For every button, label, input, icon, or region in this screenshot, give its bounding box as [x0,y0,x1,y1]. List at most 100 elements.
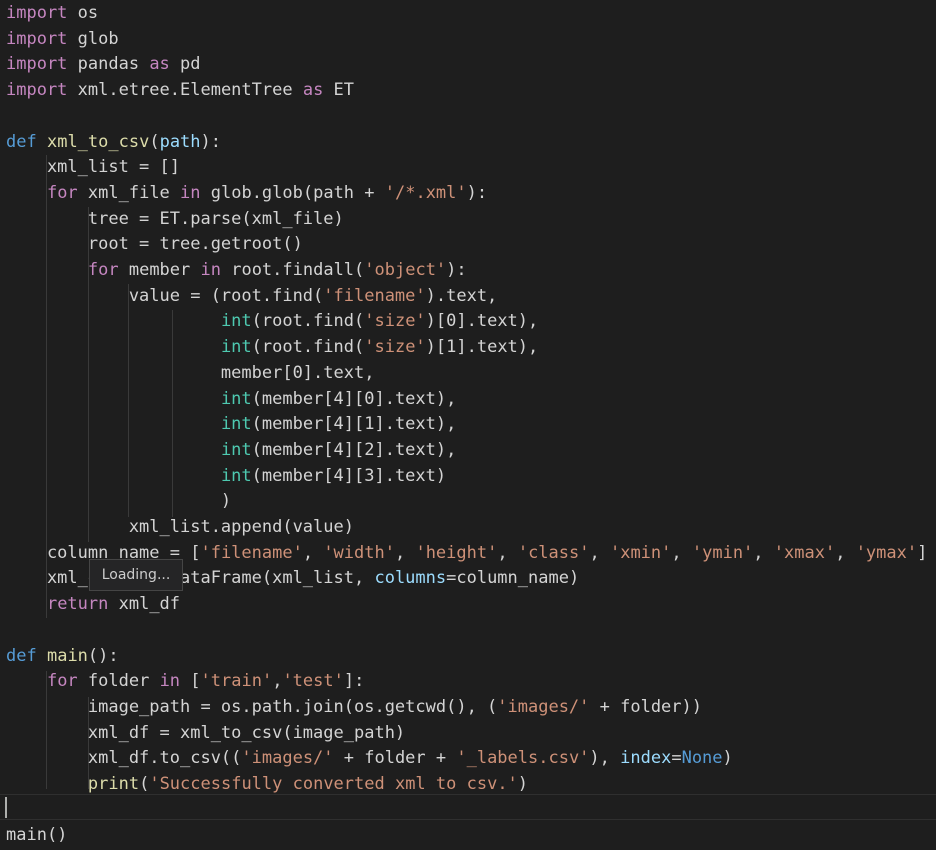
code-token: in [180,182,201,203]
code-line[interactable]: value = (root.find('filename').text, [6,283,497,309]
code-token: 'class' [517,542,590,563]
code-line[interactable]: xml_df.to_csv(('images/' + folder + '_la… [6,745,733,771]
code-token: [ [180,671,201,692]
code-token: + folder + [333,748,457,769]
code-token: 'xmin' [609,542,672,563]
code-token: xml_df = xml_to_csv(image_path) [6,722,406,743]
code-line[interactable]: image_path = os.path.join(os.getcwd(), (… [6,694,702,720]
code-token: def [6,131,37,152]
code-line[interactable]: int(root.find('size')[1].text), [6,334,538,360]
code-token: ): [466,182,488,203]
code-line[interactable]: member[0].text, [6,360,375,386]
code-token: member [118,260,201,280]
code-line[interactable]: int(root.find('size')[0].text), [6,308,538,334]
code-token: )[1].text), [425,337,539,358]
code-token: (root.find( [251,337,365,358]
code-token: tree = ET.parse(xml_file) [6,208,344,229]
code-token: , [302,542,324,563]
code-token: os [67,3,99,23]
code-line[interactable]: for xml_file in glob.glob(path + '/*.xml… [6,180,487,206]
code-token: member[0].text, [6,362,375,383]
code-token: 'size' [364,311,426,332]
code-token: ( [149,131,160,152]
text-cursor [5,797,7,818]
code-token: ): [446,260,467,280]
code-line[interactable]: print('Successfully converted xml to csv… [6,771,528,797]
code-line[interactable]: def main(): [6,643,119,669]
code-line[interactable]: import pandas as pd [6,51,201,77]
code-token: , [671,542,692,563]
code-token: as [149,54,170,75]
code-token: for [46,182,78,203]
code-token: '/*.xml' [384,182,467,203]
code-token: 'Successfully converted xml to csv.' [149,774,518,794]
code-line[interactable]: for member in root.findall('object'): [6,257,467,283]
code-token: as [302,80,324,101]
code-token: int [220,337,252,358]
code-line[interactable]: return xml_df [6,591,180,617]
code-token: glob [67,28,119,49]
code-token: xml_df [108,594,181,615]
code-line[interactable]: main() [6,822,67,848]
code-token: xml_list = [] [6,157,180,178]
code-token: columns [374,568,447,589]
code-line[interactable]: int(member[4][1].text), [6,411,456,437]
code-token: )[0].text), [425,311,539,332]
code-token: xml_df.to_csv(( [6,748,242,769]
code-token: index [620,748,672,769]
code-token: , [394,542,416,563]
code-line[interactable]: import os [6,0,98,26]
code-token: (member[4][2].text), [251,439,457,460]
code-line[interactable]: def xml_to_csv(path): [6,129,221,155]
code-line[interactable]: xml_list = [] [6,154,180,180]
code-token: 'test' [282,671,344,692]
code-token: value = (root.find( [6,285,324,306]
code-token: int [220,414,252,435]
code-token: 'size' [364,337,426,358]
code-editor[interactable]: import os import glob import pandas as pd i… [0,0,936,850]
code-token: xml_df = pd.DataFrame(xml_list, [6,568,375,589]
code-line[interactable]: int(member[4][3].text) [6,463,446,489]
code-line[interactable]: xml_df = xml_to_csv(image_path) [6,720,405,746]
code-token: for [87,260,119,280]
code-token: int [220,388,252,409]
code-token: xml_list.append(value) [6,517,354,537]
code-line[interactable]: import xml.etree.ElementTree as ET [6,77,354,103]
code-line[interactable]: root = tree.getroot() [6,231,303,257]
code-token: (): [87,645,119,666]
code-token: in [159,671,181,692]
code-line[interactable]: tree = ET.parse(xml_file) [6,206,344,232]
code-token: pd [169,54,201,75]
code-token: = [671,748,682,769]
code-token: 'images/' [497,696,590,717]
code-token: xml_file [77,182,181,203]
code-token: folder [77,671,160,692]
code-token: , [272,671,283,692]
code-token: main() [6,825,68,846]
code-line[interactable]: for folder in ['train','test']: [6,668,364,694]
loading-tooltip: Loading... [89,559,183,591]
code-line[interactable]: int(member[4][0].text), [6,386,456,412]
code-line[interactable]: int(member[4][2].text), [6,437,456,463]
code-line[interactable]: xml_list.append(value) [6,514,354,540]
code-line[interactable]: import glob [6,26,119,52]
code-token: 'filename' [200,542,303,563]
code-token: ): [200,131,222,152]
code-token: main [46,645,88,666]
current-line-highlight [0,794,936,820]
code-token: ) [517,774,529,794]
code-token: in [200,260,221,280]
code-token: ) [722,748,733,769]
code-token: import [6,28,68,49]
code-token: int [220,311,252,332]
code-line[interactable]: ) [6,488,231,514]
code-token: root = tree.getroot() [6,234,303,255]
